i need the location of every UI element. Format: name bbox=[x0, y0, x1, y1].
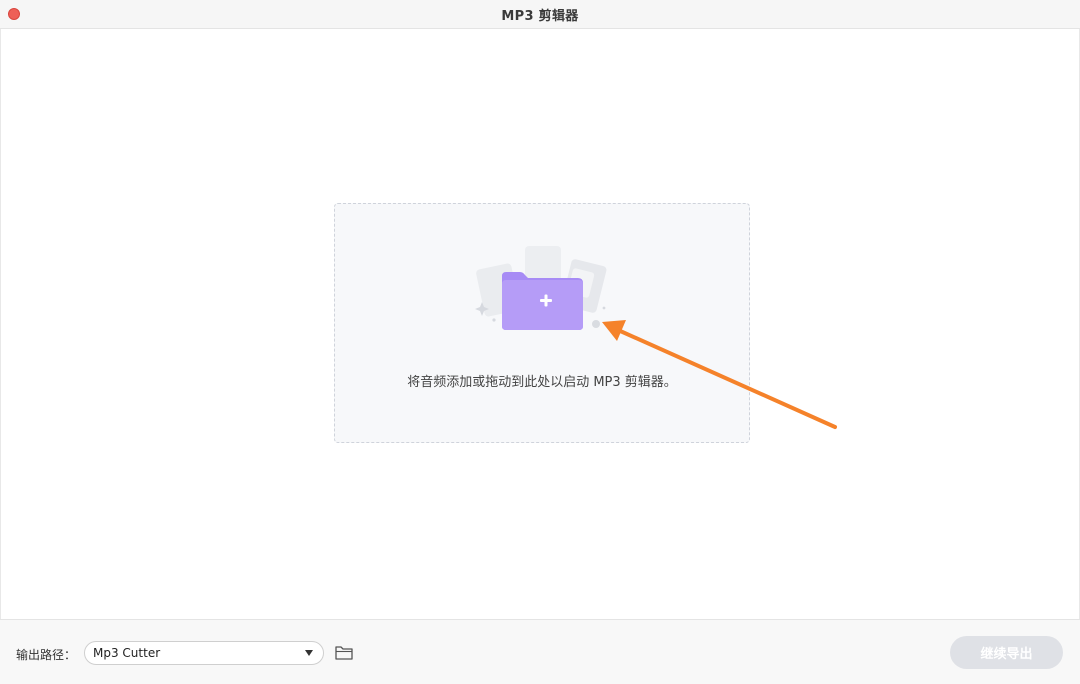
window-title: MP3 剪辑器 bbox=[501, 8, 579, 24]
footer-bar: 输出路径： Mp3 Cutter 继续导出 bbox=[0, 619, 1080, 684]
close-window-button[interactable] bbox=[8, 8, 20, 20]
drop-zone[interactable]: 将音频添加或拖动到此处以启动 MP3 剪辑器。 bbox=[334, 203, 750, 443]
output-path-label: 输出路径： bbox=[16, 648, 77, 662]
main-area: 将音频添加或拖动到此处以启动 MP3 剪辑器。 bbox=[0, 29, 1080, 619]
output-path-value: Mp3 Cutter bbox=[93, 646, 161, 660]
output-path-select[interactable]: Mp3 Cutter bbox=[84, 641, 324, 665]
chevron-down-icon bbox=[305, 650, 313, 656]
drop-hint-text: 将音频添加或拖动到此处以启动 MP3 剪辑器。 bbox=[407, 375, 677, 390]
title-bar: MP3 剪辑器 bbox=[0, 0, 1080, 29]
folder-add-icon[interactable] bbox=[470, 240, 615, 340]
export-button[interactable]: 继续导出 bbox=[950, 636, 1063, 669]
folder-icon[interactable] bbox=[334, 644, 354, 662]
